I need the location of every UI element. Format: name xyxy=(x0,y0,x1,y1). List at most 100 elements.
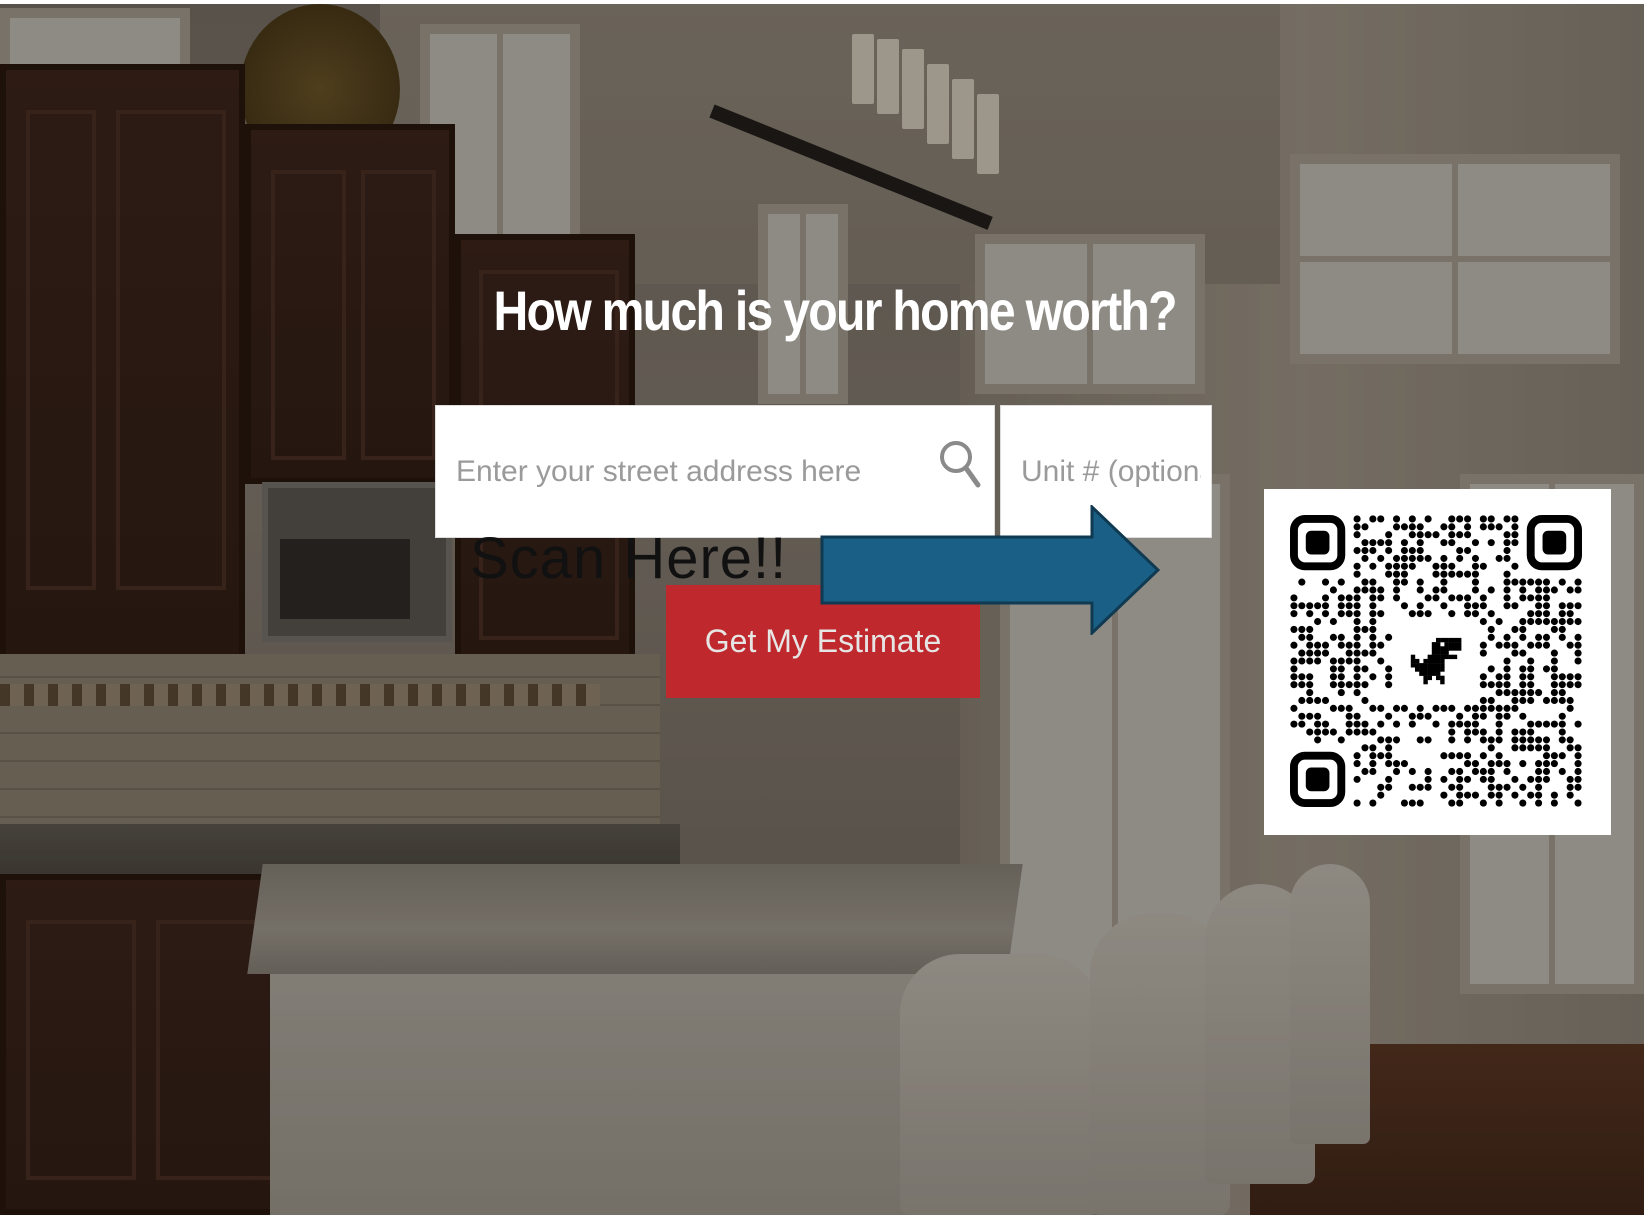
qr-module xyxy=(1361,696,1369,705)
qr-module xyxy=(1314,657,1322,665)
address-input[interactable] xyxy=(454,436,928,508)
qr-module xyxy=(1353,602,1361,610)
unit-input[interactable] xyxy=(1019,436,1203,508)
qr-module xyxy=(1503,515,1511,523)
qr-module xyxy=(1377,610,1385,618)
qr-module xyxy=(1408,531,1416,539)
qr-module xyxy=(1519,783,1527,791)
qr-module xyxy=(1369,562,1377,570)
qr-module xyxy=(1432,586,1440,594)
qr-module xyxy=(1550,681,1558,689)
qr-module xyxy=(1558,728,1566,736)
qr-module xyxy=(1479,649,1487,657)
qr-module xyxy=(1298,720,1306,728)
qr-module xyxy=(1448,736,1456,744)
qr-code-icon[interactable] xyxy=(1290,515,1582,807)
qr-module xyxy=(1519,649,1527,657)
qr-module xyxy=(1471,728,1480,736)
qr-module xyxy=(1487,523,1495,531)
qr-module xyxy=(1321,602,1330,610)
qr-module xyxy=(1329,657,1337,665)
qr-module xyxy=(1487,704,1495,712)
qr-module xyxy=(1314,617,1322,626)
qr-module xyxy=(1503,546,1511,555)
qr-module xyxy=(1566,610,1574,618)
qr-module xyxy=(1471,791,1480,799)
qr-module xyxy=(1519,736,1527,744)
qr-module xyxy=(1495,712,1503,720)
qr-module xyxy=(1479,641,1487,649)
qr-module xyxy=(1535,689,1543,697)
qr-module xyxy=(1574,767,1582,776)
qr-module xyxy=(1550,689,1558,697)
qr-module xyxy=(1448,594,1456,602)
qr-module xyxy=(1519,744,1527,752)
qr-module xyxy=(1535,767,1543,776)
qr-module xyxy=(1487,681,1495,689)
qr-module xyxy=(1306,602,1314,610)
qr-module xyxy=(1377,641,1385,649)
qr-module xyxy=(1566,775,1574,783)
qr-module xyxy=(1535,586,1543,594)
qr-module xyxy=(1471,602,1480,610)
qr-module xyxy=(1479,752,1487,760)
qr-module xyxy=(1353,633,1361,641)
qr-module xyxy=(1464,760,1472,768)
qr-module xyxy=(1345,720,1353,728)
qr-module xyxy=(1432,562,1440,570)
qr-module xyxy=(1337,704,1345,712)
qr-module xyxy=(1353,728,1361,736)
qr-module xyxy=(1511,704,1519,712)
qr-module xyxy=(1329,681,1337,689)
qr-module xyxy=(1471,539,1480,547)
qr-module xyxy=(1306,633,1314,641)
qr-module xyxy=(1448,523,1456,531)
qr-module xyxy=(1448,570,1456,578)
qr-module xyxy=(1329,673,1337,681)
qr-module xyxy=(1377,783,1385,791)
qr-module xyxy=(1416,586,1424,594)
qr-module xyxy=(1550,649,1558,657)
qr-module xyxy=(1369,539,1377,547)
qr-module xyxy=(1471,562,1480,570)
qr-module xyxy=(1495,752,1503,760)
qr-finder-pattern xyxy=(1290,515,1346,571)
qr-module xyxy=(1432,720,1440,728)
qr-module xyxy=(1432,594,1440,602)
qr-module xyxy=(1400,704,1408,712)
qr-module xyxy=(1353,641,1361,649)
qr-module xyxy=(1511,539,1519,547)
qr-module xyxy=(1511,728,1519,736)
qr-module xyxy=(1400,799,1408,807)
qr-module xyxy=(1503,594,1511,602)
qr-module xyxy=(1495,523,1503,531)
qr-module xyxy=(1527,617,1535,626)
qr-module xyxy=(1574,681,1582,689)
qr-module xyxy=(1329,617,1337,626)
qr-module xyxy=(1479,602,1487,610)
qr-code-card[interactable] xyxy=(1264,489,1611,835)
qr-module xyxy=(1487,539,1495,547)
qr-module xyxy=(1321,720,1330,728)
qr-module xyxy=(1495,760,1503,768)
qr-module xyxy=(1290,610,1298,618)
qr-module xyxy=(1519,712,1527,720)
qr-module xyxy=(1392,554,1401,562)
qr-module xyxy=(1456,546,1464,555)
qr-module xyxy=(1542,752,1551,760)
qr-module xyxy=(1495,673,1503,681)
qr-module xyxy=(1306,728,1314,736)
qr-module xyxy=(1574,641,1582,649)
page: How much is your home worth? Get My Esti… xyxy=(0,0,1644,1215)
qr-module xyxy=(1448,752,1456,760)
qr-module xyxy=(1479,736,1487,744)
qr-module xyxy=(1527,657,1535,665)
search-icon[interactable] xyxy=(938,438,982,490)
qr-module xyxy=(1558,689,1566,697)
qr-module xyxy=(1440,570,1448,578)
qr-module xyxy=(1345,602,1353,610)
qr-module xyxy=(1369,799,1377,807)
qr-module xyxy=(1550,617,1558,626)
qr-module xyxy=(1574,657,1582,665)
qr-module xyxy=(1353,610,1361,618)
